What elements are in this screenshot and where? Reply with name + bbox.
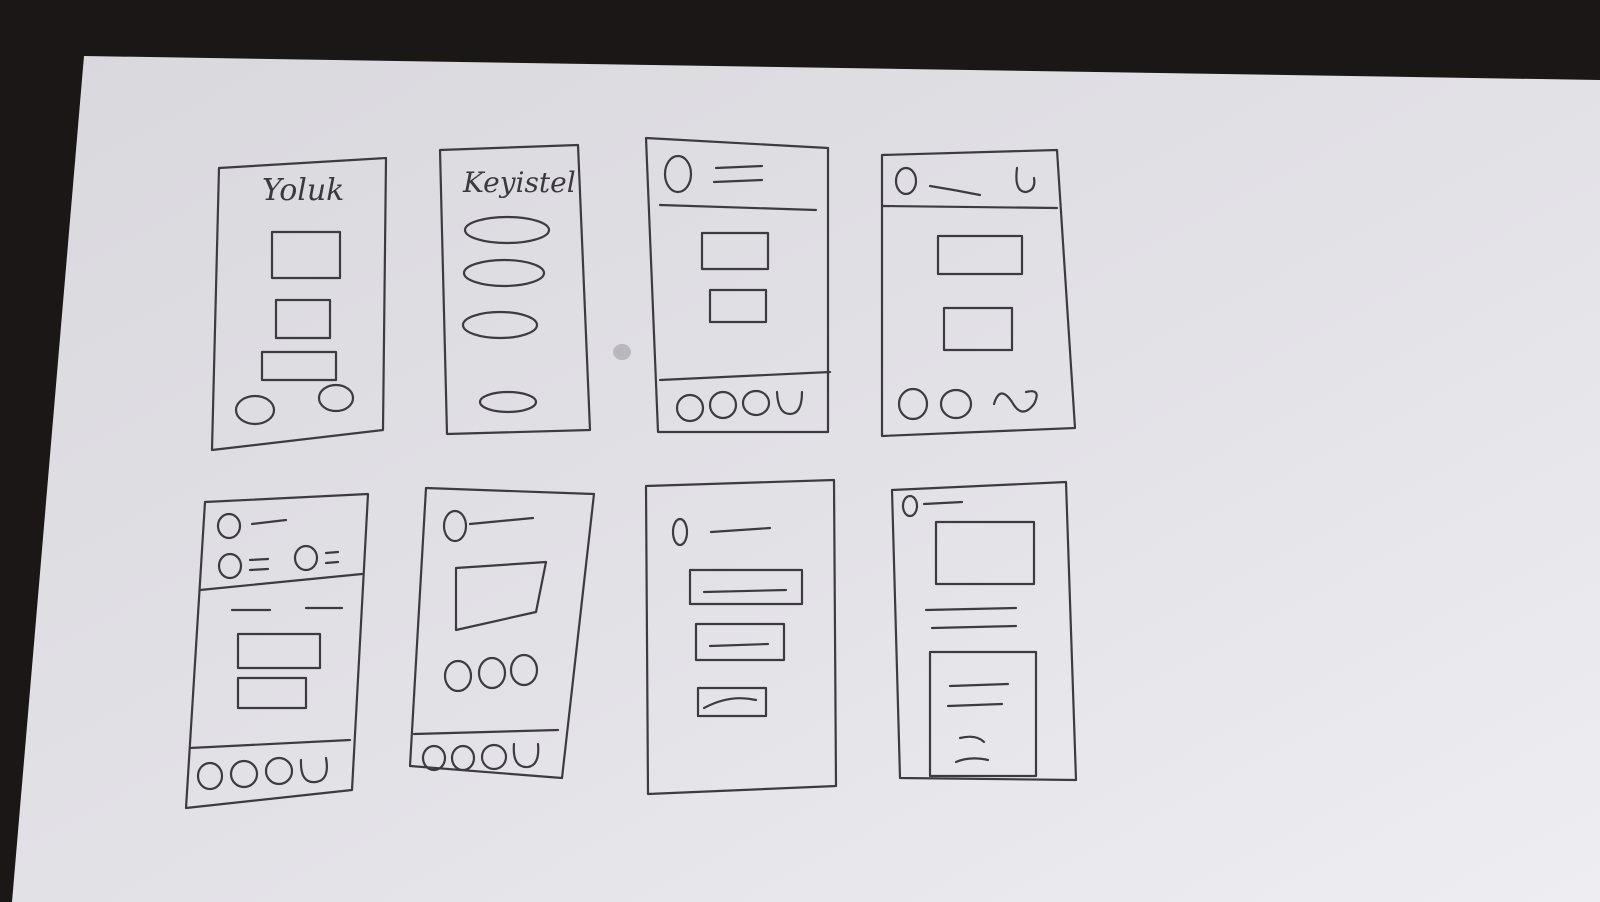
sketch-title: Yoluk bbox=[262, 173, 344, 208]
photo-scene: Yoluk Keyistel bbox=[12, 56, 1600, 902]
pencil-smudge bbox=[613, 344, 631, 360]
paper-sheet bbox=[12, 56, 1600, 902]
sketch-title: Keyistel bbox=[462, 166, 576, 199]
